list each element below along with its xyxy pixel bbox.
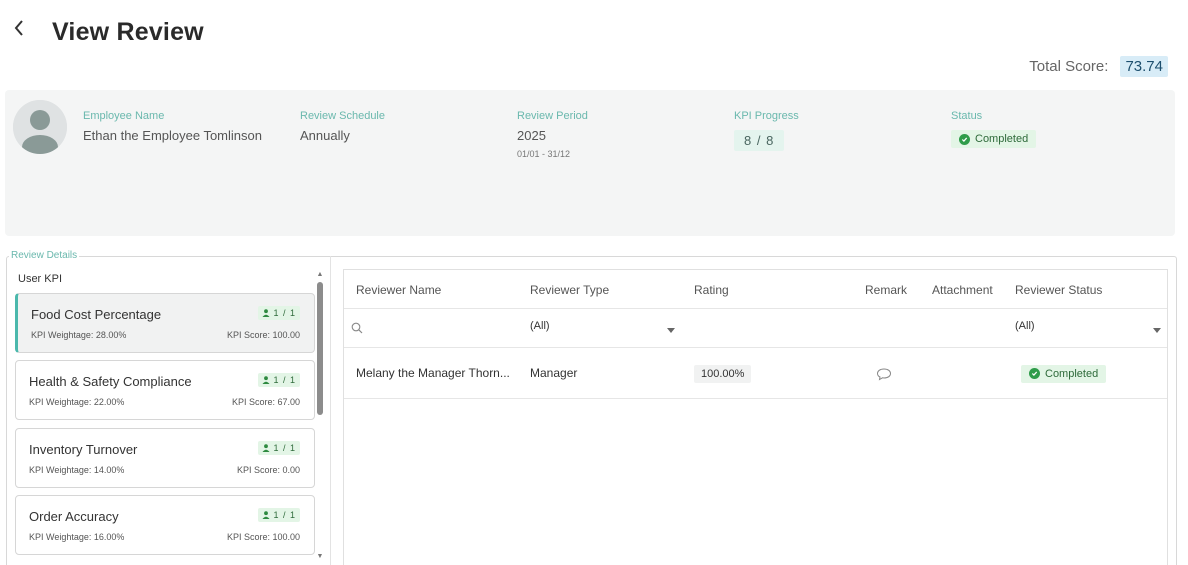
status-badge: Completed: [951, 130, 1037, 148]
remark-cell: [876, 348, 892, 398]
scroll-thumb[interactable]: [317, 282, 323, 415]
review-details-legend: Review Details: [9, 250, 80, 261]
person-icon: [262, 376, 270, 384]
status-label: Status: [951, 110, 983, 122]
row-divider: [344, 398, 1167, 399]
review-schedule: Annually: [300, 128, 350, 143]
page-header: View Review: [0, 0, 1188, 60]
kpi-name: Inventory Turnover: [29, 442, 138, 457]
total-score-value: 73.74: [1120, 56, 1168, 77]
reviewer-status-filter[interactable]: (All): [1015, 320, 1035, 332]
kpi-progress-badge: 8 / 8: [734, 130, 785, 151]
check-circle-icon: [959, 133, 970, 145]
total-score-label: Total Score:: [1029, 58, 1109, 75]
review-schedule-field: Review Schedule Annually: [300, 110, 385, 143]
column-header-reviewer-name[interactable]: Reviewer Name: [356, 270, 441, 308]
kpi-reviewer-count: 1 / 1: [258, 373, 300, 387]
review-schedule-label: Review Schedule: [300, 110, 385, 122]
kpi-score: KPI Score: 0.00: [236, 465, 300, 475]
kpi-name: Health & Safety Compliance: [29, 374, 192, 389]
scroll-down-arrow-icon[interactable]: ▼: [316, 552, 324, 562]
user-avatar-icon: [13, 100, 67, 154]
kpi-name: Food Cost Percentage: [31, 307, 162, 322]
employee-name-field: Employee Name Ethan the Employee Tomlins…: [83, 110, 262, 143]
kpi-weightage: KPI Weightage: 28.00%: [31, 330, 127, 340]
panel-divider: [330, 256, 331, 565]
status-text: Completed: [975, 133, 1029, 145]
kpi-reviewer-count: 1 / 1: [258, 441, 300, 455]
reviewer-type-cell: Manager: [530, 366, 578, 380]
kpi-score: KPI Score: 67.00: [231, 397, 300, 407]
kpi-weightage: KPI Weightage: 14.00%: [29, 465, 125, 475]
person-icon: [262, 511, 270, 519]
review-period-year: 2025: [517, 128, 546, 143]
review-period-range: 01/01 - 31/12: [517, 149, 571, 159]
status-field: Status Completed: [951, 110, 1037, 148]
kpi-name: Order Accuracy: [29, 509, 119, 524]
kpi-list-scrollbar[interactable]: ▲ ▼: [316, 270, 324, 565]
kpi-weightage: KPI Weightage: 22.00%: [29, 397, 125, 407]
column-header-reviewer-status[interactable]: Reviewer Status: [1015, 270, 1102, 308]
kpi-card-health-safety[interactable]: Health & Safety Compliance 1 / 1 KPI Wei…: [15, 360, 315, 420]
total-score: Total Score: 73.74: [1029, 56, 1168, 77]
rating-badge: 100.00%: [694, 365, 752, 383]
reviewer-name-cell: Melany the Manager Thorn...: [356, 366, 510, 380]
kpi-reviewer-count: 1 / 1: [258, 306, 300, 320]
reviewer-status-cell: Completed: [1021, 348, 1107, 398]
kpi-progress-field: KPI Progress 8 / 8: [734, 110, 799, 151]
chevron-down-icon[interactable]: [667, 321, 677, 333]
filter-row: (All) (All): [344, 309, 1167, 347]
column-header-reviewer-type[interactable]: Reviewer Type: [530, 270, 609, 308]
column-header-rating[interactable]: Rating: [694, 270, 729, 308]
kpi-weightage: KPI Weightage: 16.00%: [29, 532, 125, 542]
kpi-progress-label: KPI Progress: [734, 110, 799, 122]
kpi-card-inventory-turnover[interactable]: Inventory Turnover 1 / 1 KPI Weightage: …: [15, 428, 315, 488]
kpi-score: KPI Score: 100.00: [226, 532, 300, 542]
column-header-attachment[interactable]: Attachment: [932, 270, 993, 308]
kpi-card-food-cost[interactable]: Food Cost Percentage 1 / 1 KPI Weightage…: [15, 293, 315, 353]
kpi-score: KPI Score: 100.00: [226, 330, 300, 340]
page-title: View Review: [52, 18, 204, 46]
reviewer-type-filter[interactable]: (All): [530, 320, 550, 332]
rating-cell: 100.00%: [694, 348, 752, 398]
employee-summary-panel: Employee Name Ethan the Employee Tomlins…: [5, 90, 1175, 236]
review-period-label: Review Period: [517, 110, 588, 122]
employee-name: Ethan the Employee Tomlinson: [83, 128, 262, 143]
back-button[interactable]: [12, 18, 32, 44]
user-kpi-title: User KPI: [18, 273, 63, 285]
reviewer-status-badge: Completed: [1021, 364, 1107, 383]
comment-icon[interactable]: [876, 367, 892, 381]
chevron-left-icon: [14, 20, 23, 36]
review-period-field: Review Period 2025 01/01 - 31/12: [517, 110, 588, 159]
kpi-reviewer-count: 1 / 1: [258, 508, 300, 522]
employee-name-label: Employee Name: [83, 110, 165, 122]
reviewers-table: Reviewer Name Reviewer Type Rating Remar…: [343, 269, 1168, 565]
search-icon[interactable]: [351, 321, 365, 335]
chevron-down-icon[interactable]: [1153, 321, 1163, 333]
person-icon: [262, 444, 270, 452]
kpi-card-order-accuracy[interactable]: Order Accuracy 1 / 1 KPI Weightage: 16.0…: [15, 495, 315, 555]
person-icon: [262, 309, 270, 317]
avatar: [13, 100, 67, 154]
scroll-up-arrow-icon[interactable]: ▲: [316, 270, 324, 280]
check-circle-icon: [1029, 368, 1040, 379]
column-header-remark[interactable]: Remark: [865, 270, 907, 308]
